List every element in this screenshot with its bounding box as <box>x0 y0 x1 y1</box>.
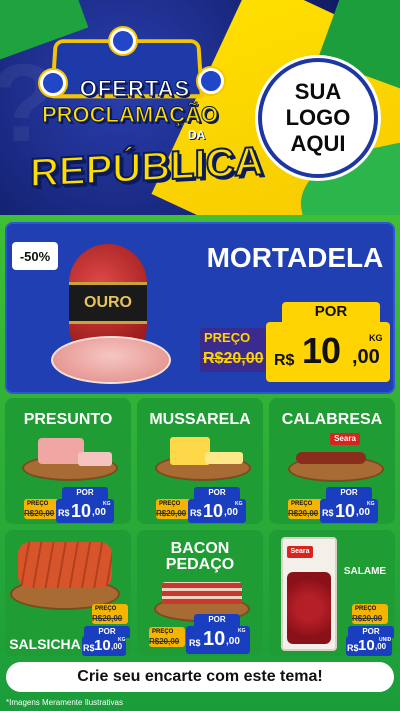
disclaimer: *Imagens Meramente Ilustrativas <box>6 698 123 707</box>
product-name: CALABRESA <box>281 411 383 428</box>
header-banner: ? ? OFERTAS PROCLAMAÇÃO DA REPÚBLICA SUA… <box>0 0 400 215</box>
price-cents: ,00 <box>352 346 380 368</box>
price-cents: ,00 <box>226 636 240 647</box>
old-price: R$20,00 <box>203 350 264 367</box>
por-label: POR <box>62 487 108 499</box>
price-cents: ,00 <box>111 642 123 651</box>
price-unit: KG <box>235 501 243 507</box>
brazil-flag-icon <box>110 28 136 54</box>
product-name: PEDAÇO <box>165 556 235 573</box>
product-name: PRESUNTO <box>23 411 113 428</box>
hero-product-name: MORTADELA <box>206 242 384 273</box>
price-unit: KG <box>118 637 126 643</box>
price-unit: KG <box>103 501 111 507</box>
currency: R$ <box>83 643 95 653</box>
por-label: POR <box>194 614 240 626</box>
title-ofertas: OFERTAS <box>79 76 191 102</box>
product-name: SALSICHA <box>9 636 81 652</box>
currency: R$ <box>347 643 359 653</box>
old-price: R$20,00 <box>92 614 123 623</box>
currency: R$ <box>274 352 295 369</box>
logo-text: AQUI <box>290 131 346 156</box>
old-price: R$20,00 <box>288 509 319 518</box>
title-da: DA <box>188 128 206 142</box>
product-name: SALAME <box>343 566 387 577</box>
price-unit: KG <box>369 333 383 343</box>
salsicha-pile <box>18 542 112 588</box>
salame-slices <box>287 572 331 644</box>
logo-placeholder[interactable]: SUA LOGO AQUI <box>258 58 378 178</box>
price-integer: 10 <box>203 628 226 650</box>
seara-brand-logo: Seara <box>287 546 313 558</box>
price-cents: ,00 <box>224 507 238 518</box>
price-cents: ,00 <box>375 642 387 651</box>
old-price: R$20,00 <box>24 509 55 518</box>
presunto-slice <box>78 452 112 466</box>
por-label: POR <box>282 302 380 322</box>
por-label: POR <box>326 487 372 499</box>
mortadela-image: OURO <box>51 244 171 384</box>
price-integer: 10 <box>358 637 375 654</box>
old-price: R$20,00 <box>149 637 180 646</box>
price-unit: KG <box>238 628 246 634</box>
currency: R$ <box>322 508 334 518</box>
bacon-slab <box>162 582 242 604</box>
price-unit: UNID <box>379 637 392 643</box>
logo-text: LOGO <box>285 105 351 130</box>
currency: R$ <box>189 638 201 648</box>
price-cents: ,00 <box>92 507 106 518</box>
cheese-block <box>170 437 210 465</box>
campaign-title: OFERTAS PROCLAMAÇÃO DA REPÚBLICA <box>29 28 264 208</box>
seara-brand-logo: Seara <box>330 433 360 445</box>
cta-button[interactable]: Crie seu encarte com este tema! <box>6 662 394 692</box>
title-proclamacao: PROCLAMAÇÃO <box>42 102 219 128</box>
product-name: MUSSARELA <box>149 411 251 428</box>
por-label: POR <box>194 487 240 499</box>
currency: R$ <box>58 508 70 518</box>
price-integer: 10 <box>71 501 92 521</box>
brand-label: OURO <box>69 282 147 324</box>
mortadela-slices-shape <box>51 336 171 384</box>
calabresa-sausage <box>296 452 366 464</box>
cheese-slice <box>205 452 243 464</box>
price-integer: 10 <box>94 637 111 654</box>
old-price: R$20,00 <box>156 509 187 518</box>
price-cents: ,00 <box>356 507 370 518</box>
old-price: R$20,00 <box>352 614 383 623</box>
price-integer: 10 <box>203 501 224 521</box>
price-integer: 10 <box>302 330 341 371</box>
price-integer: 10 <box>335 501 356 521</box>
price-unit: KG <box>367 501 375 507</box>
currency: R$ <box>190 508 202 518</box>
title-republica: REPÚBLICA <box>29 138 264 196</box>
logo-text: SUA <box>294 79 342 104</box>
discount-badge: -50% <box>12 242 58 270</box>
